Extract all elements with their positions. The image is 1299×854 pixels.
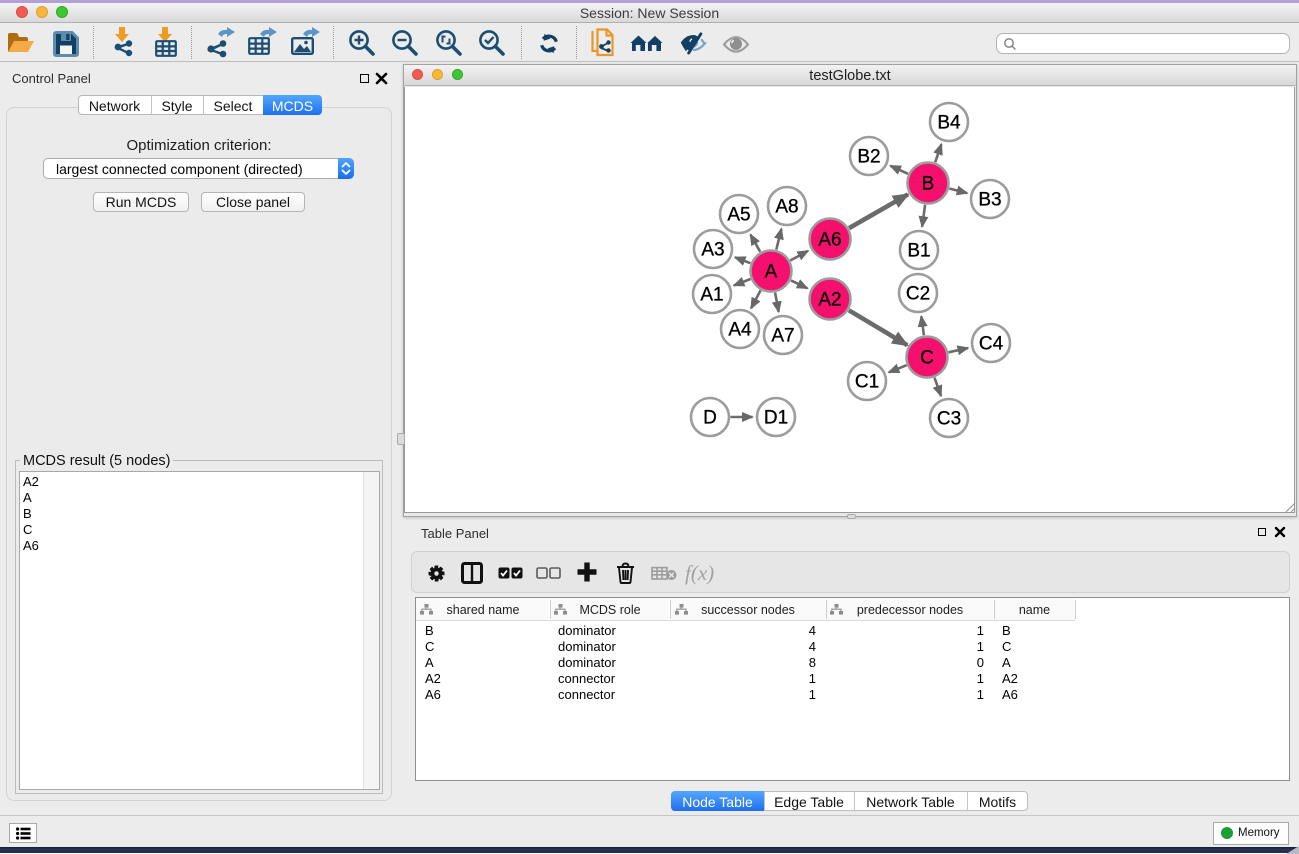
- svg-text:A: A: [765, 262, 778, 283]
- svg-text:C2: C2: [906, 284, 930, 305]
- svg-text:B2: B2: [857, 147, 880, 168]
- svg-text:A8: A8: [775, 197, 798, 218]
- svg-text:A1: A1: [700, 285, 723, 306]
- svg-text:A6: A6: [818, 230, 841, 251]
- svg-text:B4: B4: [937, 113, 961, 134]
- svg-text:A7: A7: [771, 326, 794, 347]
- svg-text:C4: C4: [979, 334, 1004, 355]
- svg-text:A4: A4: [728, 320, 752, 341]
- svg-text:B: B: [922, 174, 935, 195]
- svg-text:A5: A5: [727, 205, 750, 226]
- svg-text:B3: B3: [978, 190, 1001, 211]
- svg-text:B1: B1: [907, 241, 930, 262]
- svg-text:A3: A3: [701, 240, 724, 261]
- svg-text:C3: C3: [937, 409, 961, 430]
- svg-text:C1: C1: [855, 372, 879, 393]
- svg-text:D: D: [703, 408, 717, 429]
- svg-text:A2: A2: [818, 290, 841, 311]
- svg-text:D1: D1: [764, 408, 788, 429]
- svg-text:C: C: [920, 348, 934, 369]
